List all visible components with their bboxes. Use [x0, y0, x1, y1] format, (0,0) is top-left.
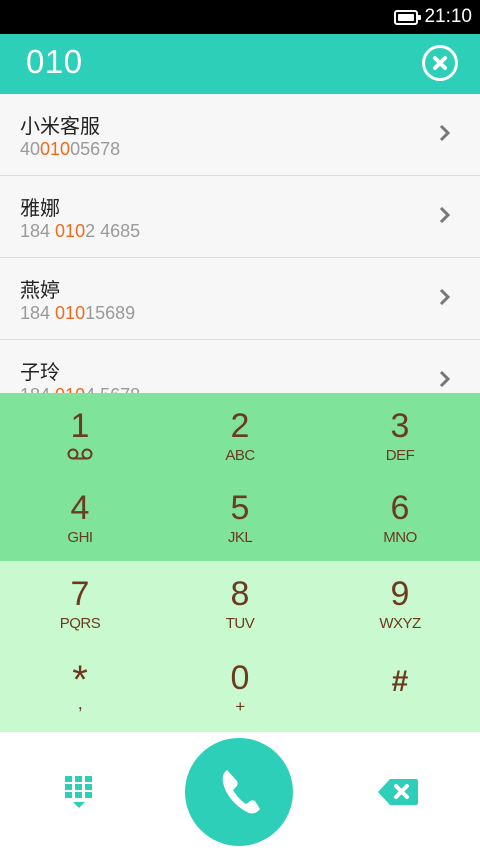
- phone-icon: [222, 770, 260, 814]
- contact-name: 小米客服: [20, 114, 100, 138]
- key-digit: 5: [230, 489, 250, 527]
- backspace-button[interactable]: [376, 776, 420, 808]
- chevron-right-icon: [439, 370, 451, 388]
- battery-icon: [394, 10, 421, 25]
- key-5[interactable]: 5 JKL: [160, 475, 320, 557]
- voicemail-icon: [67, 448, 93, 460]
- keypad-bottom-rows: 7 PQRS 8 TUV 9 WXYZ * , 0 + #: [0, 561, 480, 732]
- key-7[interactable]: 7 PQRS: [0, 561, 160, 643]
- contact-number: 4001005678: [20, 139, 121, 159]
- key-digit: 0: [230, 659, 250, 697]
- status-bar: 21:10: [0, 0, 480, 34]
- chevron-right-icon: [439, 124, 451, 142]
- key-letters: ABC: [225, 447, 255, 464]
- contact-name: 雅娜: [20, 196, 60, 220]
- key-letters: WXYZ: [379, 615, 421, 632]
- key-digit: 8: [230, 575, 250, 613]
- key-digit: 9: [390, 575, 410, 613]
- contact-number: 184 01015689: [20, 303, 136, 323]
- key-6[interactable]: 6 MNO: [320, 475, 480, 557]
- key-1[interactable]: 1: [0, 393, 160, 475]
- key-9[interactable]: 9 WXYZ: [320, 561, 480, 643]
- key-0[interactable]: 0 +: [160, 645, 320, 727]
- close-icon: [433, 56, 447, 70]
- contact-row[interactable]: 子玲 184 0104 5678: [0, 340, 480, 393]
- key-star[interactable]: * ,: [0, 645, 160, 727]
- call-button[interactable]: [185, 738, 293, 846]
- key-letters: ,: [77, 693, 83, 713]
- key-digit: 3: [390, 407, 410, 445]
- dialer-header: 010: [0, 34, 480, 94]
- keypad-top-rows: 1 2 ABC 3 DEF 4 GHI 5 JKL 6 MNO: [0, 393, 480, 561]
- key-letters: MNO: [383, 529, 417, 546]
- dialpad-icon: [65, 776, 92, 808]
- contact-number: 184 0102 4685: [20, 221, 141, 241]
- key-8[interactable]: 8 TUV: [160, 561, 320, 643]
- key-letters: DEF: [385, 447, 415, 464]
- key-digit: 2: [230, 407, 250, 445]
- chevron-right-icon: [439, 288, 451, 306]
- key-3[interactable]: 3 DEF: [320, 393, 480, 475]
- contact-suggestions-list[interactable]: 小米客服 4001005678 雅娜 184 0102 4685 燕婷 184 …: [0, 94, 480, 393]
- dialed-number-display: 010: [26, 43, 83, 80]
- key-letters: +: [235, 697, 245, 716]
- key-digit: #: [391, 665, 409, 698]
- status-time: 21:10: [424, 6, 472, 27]
- contact-name: 燕婷: [20, 278, 60, 302]
- contact-number: 184 0104 5678: [20, 385, 140, 393]
- key-letters: TUV: [225, 615, 255, 632]
- key-digit: 4: [70, 489, 90, 527]
- contact-row[interactable]: 小米客服 4001005678: [0, 94, 480, 176]
- key-letters: JKL: [227, 529, 253, 546]
- key-2[interactable]: 2 ABC: [160, 393, 320, 475]
- dialpad-toggle-button[interactable]: [57, 772, 101, 816]
- chevron-right-icon: [439, 206, 451, 224]
- contact-row[interactable]: 雅娜 184 0102 4685: [0, 176, 480, 258]
- key-digit: 1: [70, 407, 90, 445]
- bottom-action-bar: [0, 732, 480, 853]
- key-hash[interactable]: #: [320, 645, 480, 727]
- clear-number-button[interactable]: [422, 45, 458, 81]
- contact-name: 子玲: [20, 360, 60, 384]
- key-letters: PQRS: [59, 615, 101, 632]
- backspace-icon: [378, 779, 418, 805]
- contact-row[interactable]: 燕婷 184 01015689: [0, 258, 480, 340]
- key-4[interactable]: 4 GHI: [0, 475, 160, 557]
- key-digit: 6: [390, 489, 410, 527]
- key-digit: 7: [70, 575, 90, 613]
- key-letters: GHI: [67, 529, 93, 546]
